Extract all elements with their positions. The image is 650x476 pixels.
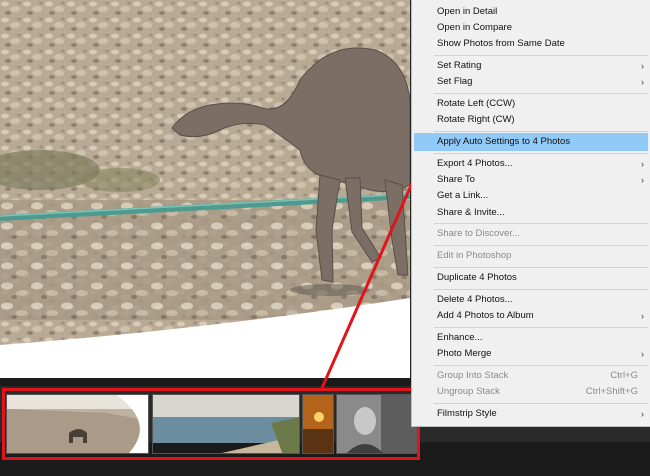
- submenu-arrow-icon: ›: [641, 409, 644, 419]
- menu-item-share-to-discover: Share to Discover...: [437, 228, 520, 239]
- menu-item-rotate-right[interactable]: Rotate Right (CW): [412, 111, 650, 129]
- submenu-arrow-icon: ›: [641, 349, 644, 359]
- menu-separator: [434, 55, 648, 56]
- selected-thumbnails-annotation: [2, 388, 420, 460]
- camel-photo-image: [0, 0, 410, 378]
- menu-item-edit-in-photoshop: Edit in Photoshop: [437, 250, 512, 261]
- menu-item-ungroup-stack: Ungroup Stack Ctrl+Shift+G: [412, 383, 650, 401]
- submenu-arrow-icon: ›: [641, 311, 644, 321]
- menu-item-duplicate-photos[interactable]: Duplicate 4 Photos: [412, 269, 650, 287]
- menu-separator: [434, 131, 648, 132]
- menu-item-set-flag[interactable]: Set Flag ›: [412, 73, 650, 91]
- menu-separator: [434, 403, 648, 404]
- menu-item-photo-merge[interactable]: Photo Merge ›: [412, 345, 650, 363]
- context-menu: Open in Detail Open in Compare Show Phot…: [411, 0, 650, 427]
- menu-separator: [434, 267, 648, 268]
- menu-item-get-a-link[interactable]: Get a Link...: [412, 187, 650, 205]
- menu-separator: [434, 223, 648, 224]
- menu-separator: [434, 93, 648, 94]
- menu-item-add-to-album[interactable]: Add 4 Photos to Album ›: [412, 307, 650, 325]
- menu-item-apply-auto-settings[interactable]: Apply Auto Settings to 4 Photos: [414, 133, 648, 151]
- menu-separator: [434, 327, 648, 328]
- submenu-arrow-icon: ›: [641, 77, 644, 87]
- menu-separator: [434, 153, 648, 154]
- menu-separator: [434, 245, 648, 246]
- menu-item-filmstrip-style[interactable]: Filmstrip Style ›: [412, 405, 650, 423]
- menu-separator: [434, 289, 648, 290]
- menu-separator: [434, 365, 648, 366]
- menu-item-share-invite[interactable]: Share & Invite...: [412, 204, 650, 222]
- main-photo: [0, 0, 410, 378]
- menu-item-show-photos-same-date[interactable]: Show Photos from Same Date: [412, 35, 650, 53]
- shortcut-label: Ctrl+Shift+G: [585, 386, 638, 397]
